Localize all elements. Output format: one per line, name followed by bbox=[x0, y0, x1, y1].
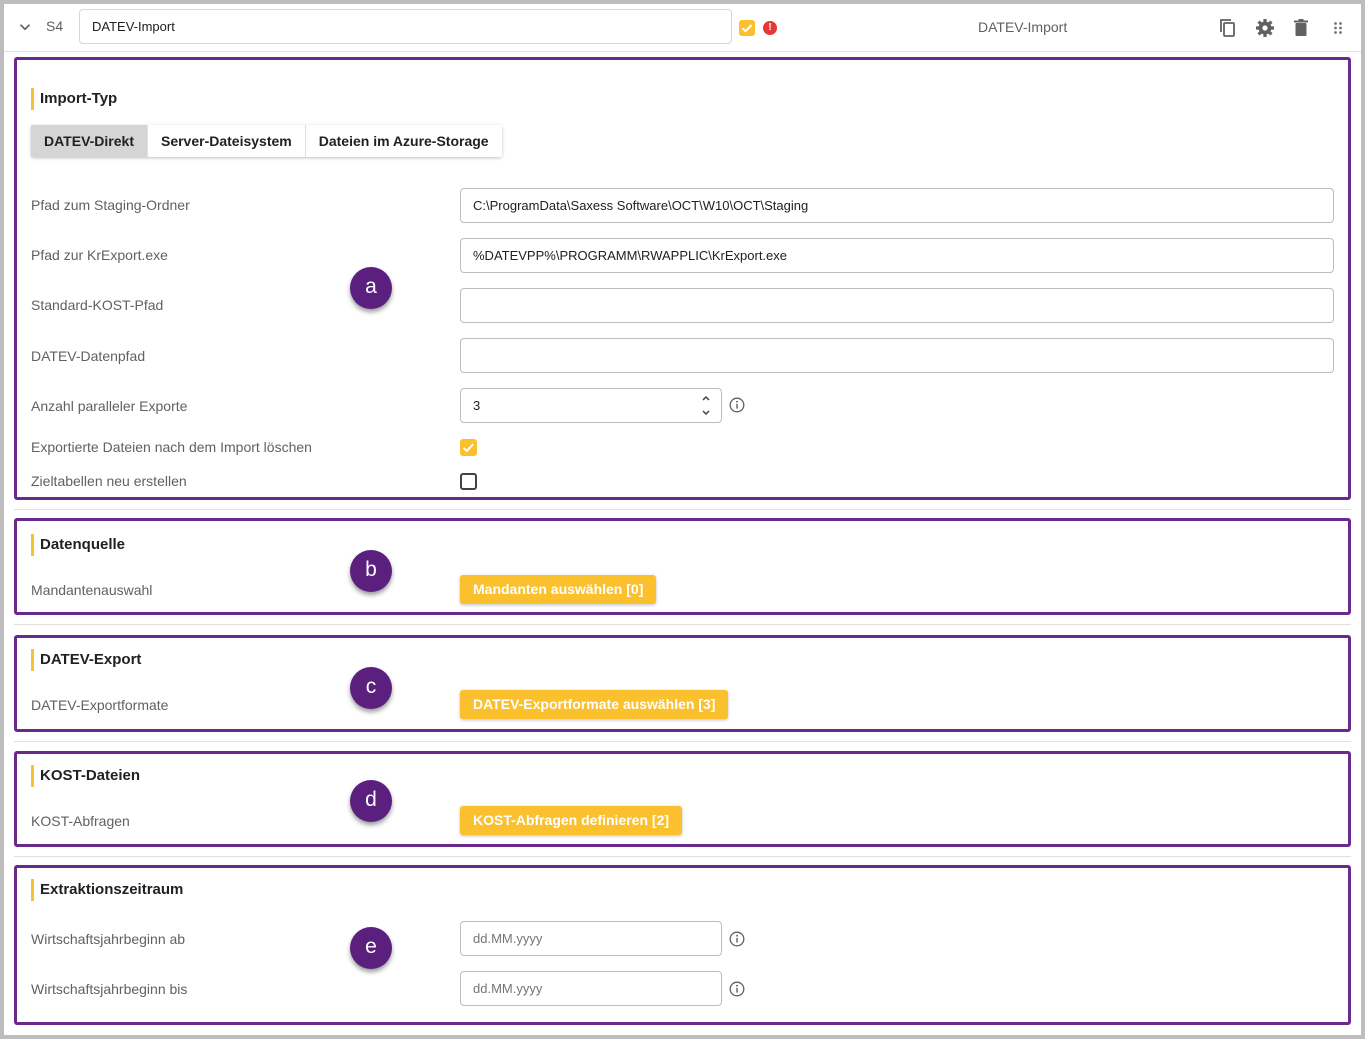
section-extraktionszeitraum: Extraktionszeitraum Wirtschaftsjahrbegin… bbox=[14, 865, 1351, 1025]
tab-server-dateisystem[interactable]: Server-Dateisystem bbox=[147, 125, 306, 157]
gear-icon[interactable] bbox=[1253, 16, 1277, 40]
info-icon[interactable] bbox=[729, 397, 745, 413]
chevron-down-icon[interactable] bbox=[16, 18, 34, 36]
stepper-arrows-icon[interactable] bbox=[701, 393, 711, 418]
fiscal-year-from-label: Wirtschaftsjahrbeginn ab bbox=[31, 931, 186, 947]
section-title: Extraktionszeitraum bbox=[31, 879, 183, 901]
step-title-input[interactable] bbox=[79, 9, 732, 44]
section-title: Datenquelle bbox=[31, 534, 125, 556]
section-title: DATEV-Export bbox=[31, 649, 141, 671]
recreate-tables-label: Zieltabellen neu erstellen bbox=[31, 473, 187, 489]
section-title: Import-Typ bbox=[31, 88, 117, 110]
annotation-badge-b: b bbox=[350, 550, 392, 592]
define-kost-abfragen-button[interactable]: KOST-Abfragen definieren [2] bbox=[460, 806, 683, 835]
exportformate-label: DATEV-Exportformate bbox=[31, 697, 169, 713]
staging-path-input[interactable]: C:\ProgramData\Saxess Software\OCT\W10\O… bbox=[460, 188, 1334, 223]
date-placeholder: dd.MM.yyyy bbox=[473, 981, 543, 996]
select-mandanten-button[interactable]: Mandanten auswählen [0] bbox=[460, 575, 657, 604]
parallel-exports-label: Anzahl paralleler Exporte bbox=[31, 398, 188, 414]
tab-azure-storage[interactable]: Dateien im Azure-Storage bbox=[305, 125, 502, 157]
divider bbox=[14, 741, 1351, 742]
fiscal-year-to-input[interactable]: dd.MM.yyyy bbox=[460, 971, 722, 1006]
recreate-tables-checkbox[interactable] bbox=[460, 473, 477, 490]
krexport-path-label: Pfad zur KrExport.exe bbox=[31, 247, 168, 263]
datev-datapath-label: DATEV-Datenpfad bbox=[31, 348, 146, 364]
info-icon[interactable] bbox=[729, 931, 745, 947]
section-datenquelle: Datenquelle Mandantenauswahl Mandanten a… bbox=[14, 518, 1351, 615]
kost-abfragen-label: KOST-Abfragen bbox=[31, 813, 130, 829]
delete-exported-checkbox[interactable] bbox=[460, 439, 477, 456]
info-icon[interactable] bbox=[729, 981, 745, 997]
annotation-badge-d: d bbox=[350, 780, 392, 822]
checkbox-checked-icon[interactable] bbox=[739, 20, 755, 36]
annotation-badge-c: c bbox=[350, 667, 392, 709]
delete-exported-label: Exportierte Dateien nach dem Import lösc… bbox=[31, 439, 312, 455]
parallel-exports-input[interactable]: 3 bbox=[460, 388, 722, 423]
copy-icon[interactable] bbox=[1216, 16, 1240, 40]
section-import-typ: Import-Typ DATEV-Direkt Server-Dateisyst… bbox=[14, 57, 1351, 500]
import-type-tabs: DATEV-Direkt Server-Dateisystem Dateien … bbox=[31, 125, 502, 157]
trash-icon[interactable] bbox=[1289, 16, 1313, 40]
section-datev-export: DATEV-Export DATEV-Exportformate DATEV-E… bbox=[14, 635, 1351, 732]
select-exportformate-button[interactable]: DATEV-Exportformate auswählen [3] bbox=[460, 690, 729, 719]
step-number: S4 bbox=[46, 18, 64, 34]
kost-path-label: Standard-KOST-Pfad bbox=[31, 297, 164, 313]
annotation-badge-a: a bbox=[350, 267, 392, 309]
datev-import-panel: S4 ! DATEV-Import bbox=[4, 4, 1361, 1035]
fiscal-year-to-label: Wirtschaftsjahrbeginn bis bbox=[31, 981, 188, 997]
kost-path-input[interactable] bbox=[460, 288, 1334, 323]
annotation-badge-e: e bbox=[350, 927, 392, 969]
section-title: KOST-Dateien bbox=[31, 765, 140, 787]
divider bbox=[14, 509, 1351, 510]
error-icon: ! bbox=[763, 21, 777, 35]
step-type-title: DATEV-Import bbox=[978, 19, 1068, 35]
section-kost-dateien: KOST-Dateien KOST-Abfragen KOST-Abfragen… bbox=[14, 751, 1351, 847]
divider bbox=[14, 624, 1351, 625]
date-placeholder: dd.MM.yyyy bbox=[473, 931, 543, 946]
fiscal-year-from-input[interactable]: dd.MM.yyyy bbox=[460, 921, 722, 956]
drag-handle-icon[interactable] bbox=[1326, 16, 1350, 40]
parallel-exports-value: 3 bbox=[473, 398, 481, 413]
step-header: S4 ! DATEV-Import bbox=[4, 4, 1361, 52]
datev-datapath-input[interactable] bbox=[460, 338, 1334, 373]
divider bbox=[14, 856, 1351, 857]
staging-path-label: Pfad zum Staging-Ordner bbox=[31, 197, 190, 213]
mandantenauswahl-label: Mandantenauswahl bbox=[31, 582, 153, 598]
krexport-path-input[interactable]: %DATEVPP%\PROGRAMM\RWAPPLIC\KrExport.exe bbox=[460, 238, 1334, 273]
tab-datev-direkt[interactable]: DATEV-Direkt bbox=[31, 125, 148, 157]
